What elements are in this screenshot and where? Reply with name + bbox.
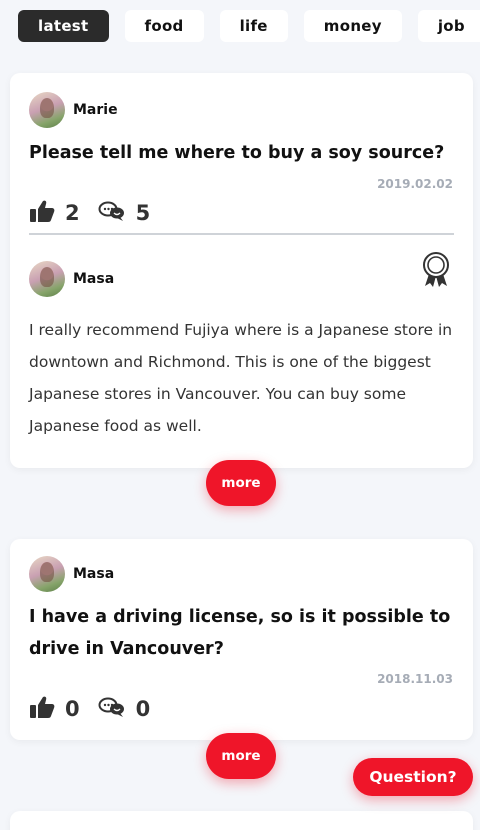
question-title[interactable]: Please tell me where to buy a soy source… — [29, 137, 459, 169]
author-name: Masa — [73, 271, 115, 287]
avatar — [29, 261, 65, 297]
more-button[interactable]: more — [206, 460, 276, 506]
answer-text: I really recommend Fujiya where is a Jap… — [29, 321, 453, 435]
post-card[interactable]: Masa I have a driving license, so is it … — [10, 539, 473, 740]
post-stats: 0 0 — [29, 695, 150, 723]
author-name: Masa — [73, 566, 115, 582]
tab-latest[interactable]: latest — [18, 10, 109, 42]
tab-food[interactable]: food — [124, 10, 204, 42]
chat-bubbles-icon — [98, 696, 126, 722]
answer-count: 5 — [135, 201, 151, 225]
answer-count: 0 — [135, 697, 151, 721]
post-date: 2019.02.02 — [377, 177, 453, 191]
like-count: 0 — [65, 697, 80, 721]
post-card[interactable] — [10, 811, 473, 830]
thumbs-up-icon[interactable] — [29, 199, 55, 227]
like-count: 2 — [65, 201, 80, 225]
chat-bubbles-icon — [98, 200, 126, 226]
question-title[interactable]: I have a driving license, so is it possi… — [29, 601, 459, 665]
post-date: 2018.11.03 — [377, 672, 453, 686]
post-author: Marie — [29, 92, 118, 128]
divider — [29, 233, 454, 235]
post-stats: 2 5 — [29, 199, 150, 227]
answer-author: Masa — [29, 261, 114, 297]
post-card[interactable]: Marie Please tell me where to buy a soy … — [10, 73, 473, 468]
more-button[interactable]: more — [206, 733, 276, 779]
avatar — [29, 556, 65, 592]
avatar — [29, 92, 65, 128]
tab-job[interactable]: job — [417, 10, 480, 42]
thumbs-up-icon[interactable] — [29, 695, 55, 723]
ask-question-button[interactable]: Question? — [353, 758, 473, 796]
post-author: Masa — [29, 556, 114, 592]
category-tabs: latest food life money job — [18, 10, 480, 42]
award-ribbon-icon — [421, 252, 451, 292]
tab-money[interactable]: money — [303, 10, 402, 42]
author-name: Marie — [73, 102, 118, 118]
tab-life[interactable]: life — [219, 10, 288, 42]
